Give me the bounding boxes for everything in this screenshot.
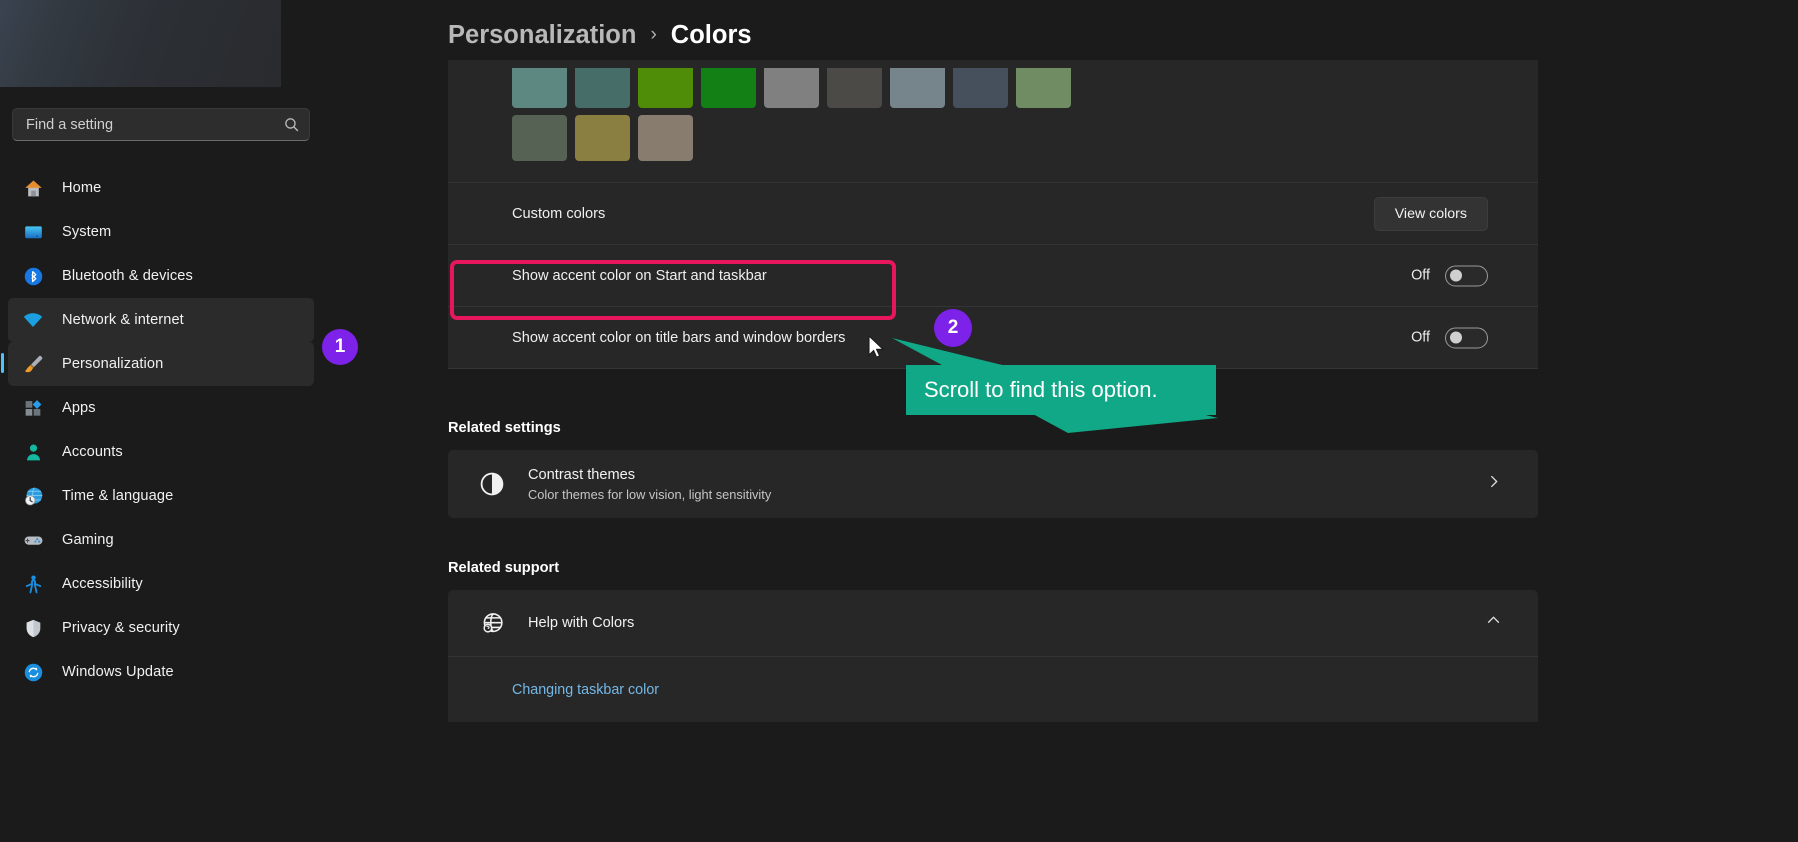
system-icon bbox=[22, 221, 44, 243]
accent-title-bars-label: Show accent color on title bars and wind… bbox=[512, 329, 846, 346]
accent-swatch[interactable] bbox=[1016, 68, 1071, 108]
sidebar-item-system[interactable]: System bbox=[8, 210, 314, 254]
globe-help-icon bbox=[478, 609, 506, 637]
page-title: Colors bbox=[670, 20, 752, 49]
content-area: Personalization › Colors Custom colors V… bbox=[322, 0, 1798, 842]
custom-colors-label: Custom colors bbox=[512, 205, 606, 222]
view-colors-button[interactable]: View colors bbox=[1373, 196, 1488, 231]
accent-swatch[interactable] bbox=[701, 68, 756, 108]
sidebar-item-label: Accessibility bbox=[62, 576, 143, 592]
sidebar-item-label: Network & internet bbox=[62, 312, 184, 328]
settings-panel: Custom colors View colors Show accent co… bbox=[448, 60, 1538, 369]
changing-taskbar-color-link[interactable]: Changing taskbar color bbox=[448, 682, 659, 698]
account-card[interactable] bbox=[0, 0, 281, 87]
search-field-wrapper[interactable] bbox=[12, 108, 310, 141]
related-settings-heading: Related settings bbox=[448, 420, 561, 436]
accent-title-bars-toggle-wrap: Off bbox=[1411, 327, 1488, 348]
accent-swatch[interactable] bbox=[953, 68, 1008, 108]
toggle-state-label: Off bbox=[1411, 329, 1430, 346]
sidebar: Home System bbox=[0, 0, 448, 842]
toggle-knob bbox=[1450, 269, 1462, 282]
swatch-row bbox=[448, 68, 1538, 108]
sidebar-item-label: Apps bbox=[62, 400, 96, 416]
update-icon bbox=[22, 661, 44, 683]
toggle-knob bbox=[1450, 331, 1462, 344]
sidebar-item-home[interactable]: Home bbox=[8, 166, 314, 210]
chevron-right-icon: › bbox=[650, 24, 657, 45]
contrast-themes-subtitle: Color themes for low vision, light sensi… bbox=[528, 486, 772, 502]
sidebar-item-accessibility[interactable]: Accessibility bbox=[8, 562, 314, 606]
accent-swatch[interactable] bbox=[764, 68, 819, 108]
related-support-heading: Related support bbox=[448, 560, 560, 576]
sidebar-item-windows-update[interactable]: Windows Update bbox=[8, 650, 314, 694]
sidebar-item-label: System bbox=[62, 224, 112, 240]
toggle-state-label: Off bbox=[1411, 267, 1430, 284]
accent-swatch[interactable] bbox=[638, 115, 693, 161]
accent-swatch[interactable] bbox=[575, 68, 630, 108]
accessibility-icon bbox=[22, 573, 44, 595]
callout-tooltip: Scroll to find this option. bbox=[906, 365, 1216, 415]
search-icon[interactable] bbox=[283, 116, 300, 133]
accent-start-taskbar-toggle[interactable] bbox=[1445, 265, 1488, 286]
sidebar-item-personalization[interactable]: Personalization bbox=[1, 342, 314, 386]
sidebar-item-apps[interactable]: Apps bbox=[8, 386, 314, 430]
contrast-themes-title: Contrast themes bbox=[528, 466, 636, 483]
accent-swatch[interactable] bbox=[890, 68, 945, 108]
sidebar-nav: Home System Bluetooth & devices Network … bbox=[1, 166, 314, 694]
contrast-themes-text: Contrast themes Color themes for low vis… bbox=[528, 467, 771, 502]
sidebar-item-label: Privacy & security bbox=[62, 620, 180, 636]
contrast-themes-card[interactable]: Contrast themes Color themes for low vis… bbox=[448, 450, 1538, 518]
apps-icon bbox=[22, 397, 44, 419]
search-input[interactable] bbox=[26, 116, 283, 133]
chevron-right-icon bbox=[1485, 473, 1502, 495]
home-icon bbox=[22, 177, 44, 199]
accent-title-bars-toggle[interactable] bbox=[1445, 327, 1488, 348]
sidebar-item-network[interactable]: Network & internet bbox=[8, 298, 314, 342]
sidebar-item-label: Home bbox=[62, 180, 102, 196]
sidebar-item-label: Gaming bbox=[62, 532, 114, 548]
sidebar-item-time-language[interactable]: Time & language bbox=[8, 474, 314, 518]
accent-color-swatch-grid bbox=[448, 60, 1538, 183]
sidebar-item-label: Time & language bbox=[62, 488, 174, 504]
accent-swatch[interactable] bbox=[512, 115, 567, 161]
accent-start-taskbar-label: Show accent color on Start and taskbar bbox=[512, 267, 767, 284]
bluetooth-icon bbox=[22, 265, 44, 287]
accent-swatch[interactable] bbox=[827, 68, 882, 108]
help-with-colors-title: Help with Colors bbox=[528, 615, 635, 631]
sidebar-item-gaming[interactable]: Gaming bbox=[8, 518, 314, 562]
sidebar-item-label: Bluetooth & devices bbox=[62, 268, 193, 284]
accent-start-taskbar-toggle-wrap: Off bbox=[1411, 265, 1488, 286]
sidebar-item-bluetooth[interactable]: Bluetooth & devices bbox=[8, 254, 314, 298]
breadcrumb-parent[interactable]: Personalization bbox=[448, 21, 636, 50]
wifi-icon bbox=[22, 309, 44, 331]
sidebar-item-accounts[interactable]: Accounts bbox=[8, 430, 314, 474]
contrast-icon bbox=[478, 470, 506, 498]
sidebar-item-label: Personalization bbox=[62, 356, 164, 372]
swatch-row bbox=[448, 115, 1538, 161]
accent-swatch[interactable] bbox=[512, 68, 567, 108]
breadcrumb: Personalization › Colors bbox=[448, 16, 752, 54]
help-link-row: Changing taskbar color bbox=[448, 656, 1538, 722]
annotation-badge-1: 1 bbox=[322, 329, 358, 365]
gamepad-icon bbox=[22, 529, 44, 551]
paintbrush-icon bbox=[22, 353, 44, 375]
sidebar-item-label: Windows Update bbox=[62, 664, 174, 680]
accent-start-taskbar-row: Show accent color on Start and taskbar O… bbox=[448, 245, 1538, 307]
search-box[interactable] bbox=[12, 108, 310, 141]
sidebar-item-label: Accounts bbox=[62, 444, 123, 460]
clock-globe-icon bbox=[22, 485, 44, 507]
chevron-up-icon[interactable] bbox=[1485, 612, 1502, 634]
shield-icon bbox=[22, 617, 44, 639]
settings-window: Home System bbox=[0, 0, 1798, 842]
accounts-icon bbox=[22, 441, 44, 463]
custom-colors-row: Custom colors View colors bbox=[448, 183, 1538, 245]
accent-swatch[interactable] bbox=[638, 68, 693, 108]
sidebar-item-privacy-security[interactable]: Privacy & security bbox=[8, 606, 314, 650]
accent-swatch[interactable] bbox=[575, 115, 630, 161]
help-with-colors-card[interactable]: Help with Colors bbox=[448, 590, 1538, 656]
